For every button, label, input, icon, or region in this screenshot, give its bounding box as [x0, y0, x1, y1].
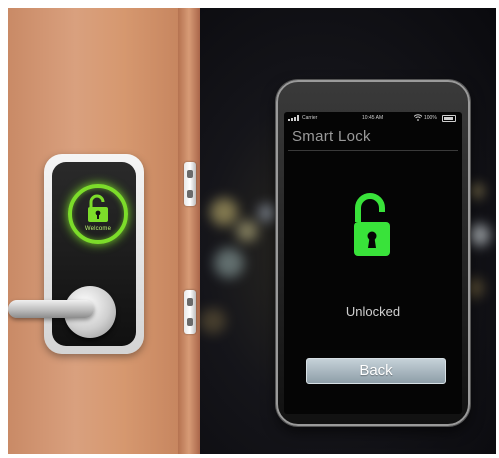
title-divider [288, 150, 458, 151]
lock-status-label: Unlocked [345, 304, 401, 319]
bokeh-light [200, 308, 226, 334]
clock-label: 10:45 AM [362, 115, 384, 121]
smartphone: Carrier 10:45 AM 100% Smart Lock Unlocke… [276, 80, 470, 426]
carrier-label: Carrier [302, 115, 318, 121]
battery-percentage: 100% [424, 115, 437, 121]
bokeh-light [258, 204, 276, 222]
app-title: Smart Lock [292, 128, 371, 145]
phone-screen: Carrier 10:45 AM 100% Smart Lock Unlocke… [284, 112, 462, 414]
signal-icon [288, 115, 299, 121]
wifi-icon [414, 114, 422, 121]
status-bar: Carrier 10:45 AM 100% [284, 112, 462, 124]
bokeh-light [214, 248, 244, 278]
lock-status-ring: Welcome [68, 184, 128, 244]
bokeh-light [470, 184, 484, 198]
bokeh-light [468, 224, 490, 246]
bokeh-light [236, 220, 258, 242]
door-edge [178, 8, 200, 454]
lock-screen-text: Welcome [84, 226, 112, 232]
unlocked-padlock-icon [354, 193, 390, 256]
bokeh-light [210, 198, 238, 226]
battery-icon [442, 115, 456, 122]
smart-lock-device: Welcome [44, 154, 144, 354]
door-handle-lever [8, 300, 94, 318]
strike-plate-upper [184, 162, 196, 206]
back-button[interactable]: Back [306, 358, 446, 384]
smart-lock-panel: Welcome [52, 162, 136, 346]
scene: Welcome Carrier 10:45 AM 100% Smart Lock… [8, 8, 496, 454]
unlocked-padlock-icon [88, 194, 108, 222]
strike-plate-lower [184, 290, 196, 334]
